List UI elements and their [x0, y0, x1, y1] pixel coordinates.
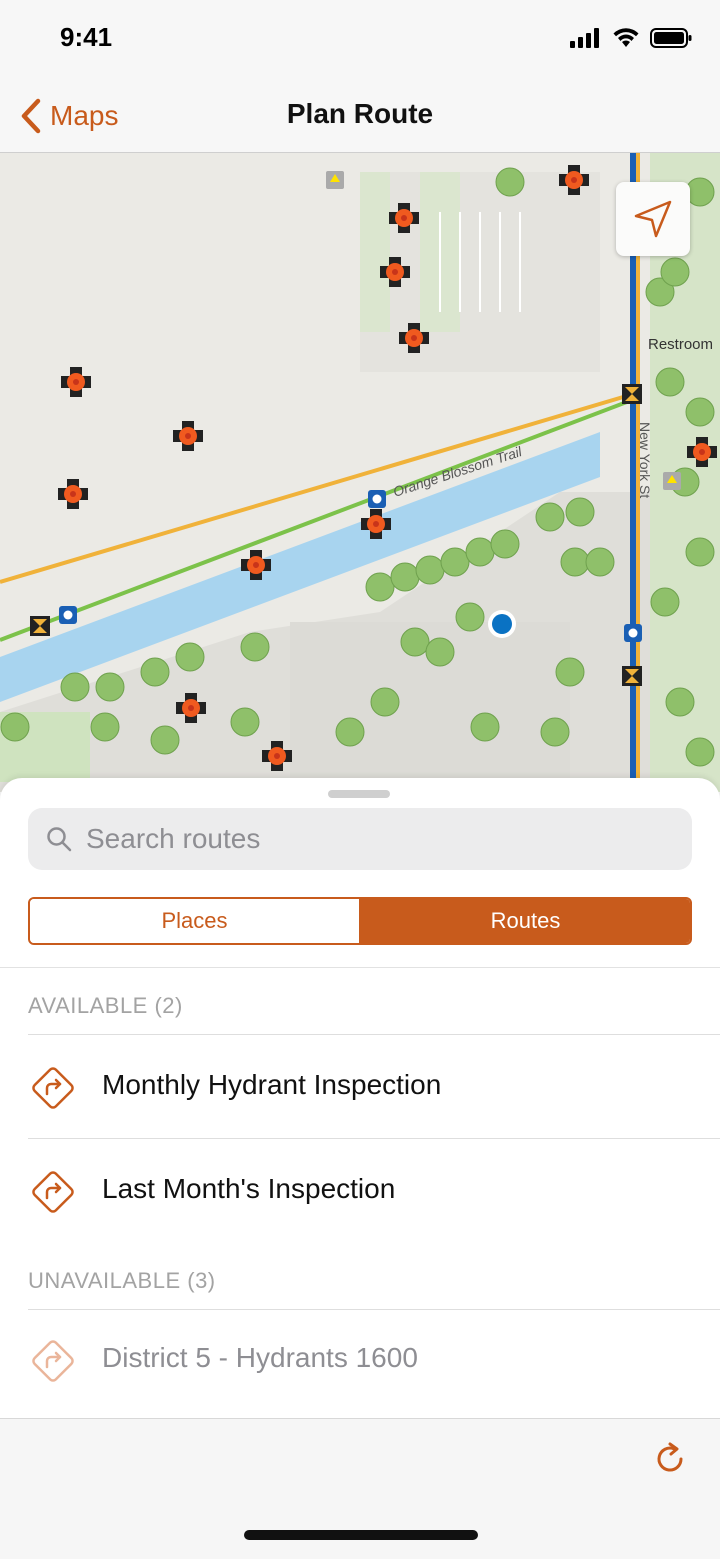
map-label-street: New York St: [637, 422, 653, 498]
segment-routes[interactable]: Routes: [361, 899, 690, 943]
current-location-dot: [492, 614, 512, 634]
section-header-available: AVAILABLE (2): [28, 993, 183, 1018]
map-view[interactable]: Orange Blossom Trail New York St Restroo…: [0, 152, 720, 792]
divider: [0, 967, 720, 968]
home-indicator[interactable]: [244, 1530, 478, 1540]
location-arrow-icon: [634, 200, 672, 238]
route-label: Last Month's Inspection: [102, 1173, 396, 1204]
route-label: Monthly Hydrant Inspection: [102, 1069, 442, 1100]
status-bar: 9:41: [0, 0, 720, 80]
search-input[interactable]: [84, 822, 648, 856]
route-row-district-5-hydrants: District 5 - Hydrants 1600: [0, 1308, 720, 1412]
section-header-unavailable: UNAVAILABLE (3): [28, 1268, 216, 1293]
route-icon: [32, 1340, 74, 1382]
status-time: 9:41: [60, 22, 113, 52]
search-icon: [47, 827, 72, 852]
map-label-poi: Restroom: [648, 336, 713, 353]
route-icon: [32, 1067, 74, 1109]
locate-button[interactable]: [616, 182, 690, 256]
page-title: Plan Route: [286, 98, 434, 129]
route-icon: [32, 1171, 74, 1213]
route-row-monthly-hydrant-inspection[interactable]: Monthly Hydrant Inspection: [0, 1035, 720, 1139]
refresh-icon[interactable]: [650, 1439, 690, 1479]
navigation-bar: Maps Plan Route: [0, 80, 720, 153]
battery-icon: [650, 28, 692, 48]
search-bar[interactable]: [28, 808, 692, 870]
route-row-last-months-inspection[interactable]: Last Month's Inspection: [0, 1139, 720, 1243]
wifi-icon: [613, 28, 639, 47]
signal-icon: [570, 28, 599, 48]
sheet-grabber[interactable]: [328, 790, 390, 798]
segment-places[interactable]: Places: [30, 899, 361, 943]
status-icons: [570, 28, 692, 48]
places-routes-segmented-control: Places Routes: [28, 897, 692, 945]
route-label: District 5 - Hydrants 1600: [102, 1342, 418, 1373]
